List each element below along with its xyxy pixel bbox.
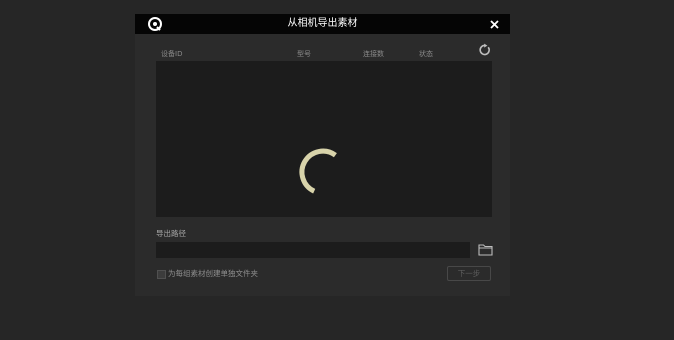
close-icon: [489, 19, 499, 29]
export-path-label: 导出路径: [156, 229, 186, 238]
folder-icon[interactable]: [478, 243, 493, 256]
next-button[interactable]: 下一步: [447, 266, 491, 281]
export-path-input[interactable]: [156, 242, 470, 258]
dialog-title: 从相机导出素材: [287, 18, 358, 29]
refresh-icon[interactable]: [478, 43, 492, 57]
column-header-status: 状态: [419, 50, 433, 58]
close-button[interactable]: [486, 16, 502, 32]
title-bar: 从相机导出素材: [135, 14, 510, 34]
create-folder-checkbox[interactable]: [157, 270, 166, 279]
create-folder-label: 为每组素材创建单独文件夹: [168, 269, 258, 278]
loading-spinner-icon: [299, 148, 337, 194]
column-header-device-id: 设备ID: [161, 50, 183, 58]
column-header-connections: 连接数: [363, 50, 384, 58]
column-header-model: 型号: [297, 50, 311, 58]
export-from-camera-dialog: 从相机导出素材 设备ID 型号 连接数 状态 导出路径 为每组素材创建单独文件夹…: [135, 14, 510, 296]
device-list[interactable]: [156, 61, 492, 217]
